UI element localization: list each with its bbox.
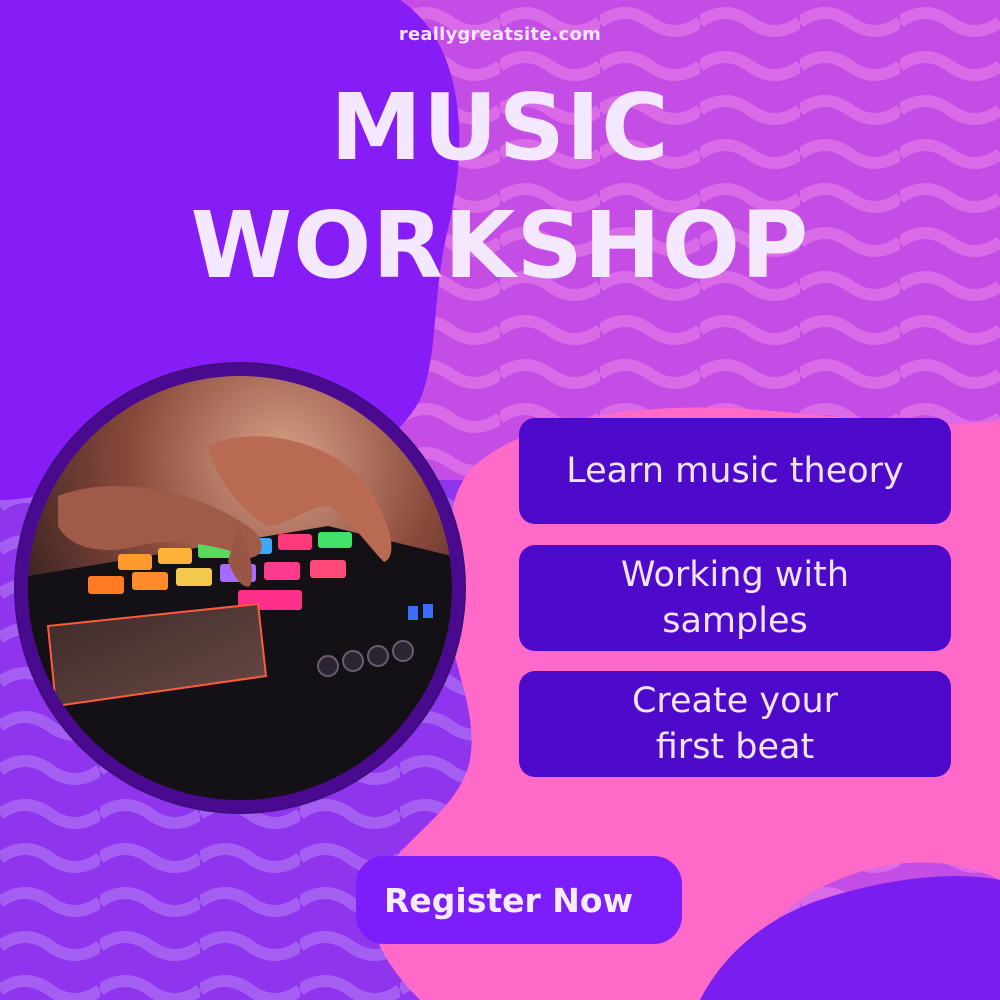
photo-frame (16, 364, 464, 812)
feature-learn-music-theory: Learn music theory (519, 418, 951, 524)
feature-text: Learn music theory (566, 451, 904, 491)
feature-text: samples (662, 601, 808, 641)
poster: reallygreatsite.com MUSIC WORKSHOP Learn… (0, 0, 1000, 1000)
site-url[interactable]: reallygreatsite.com (0, 24, 1000, 45)
feature-create-first-beat: Create your first beat (519, 671, 951, 777)
register-now-button[interactable]: Register Now (356, 856, 682, 944)
drum-machine-photo (28, 376, 452, 800)
feature-text: Create your (631, 681, 839, 721)
headline-line-1: MUSIC (330, 74, 670, 181)
headline-line-2: WORKSHOP (190, 192, 810, 299)
feature-text: first beat (655, 727, 815, 767)
feature-working-with-samples: Working with samples (519, 545, 951, 651)
feature-text: Working with (620, 555, 850, 595)
